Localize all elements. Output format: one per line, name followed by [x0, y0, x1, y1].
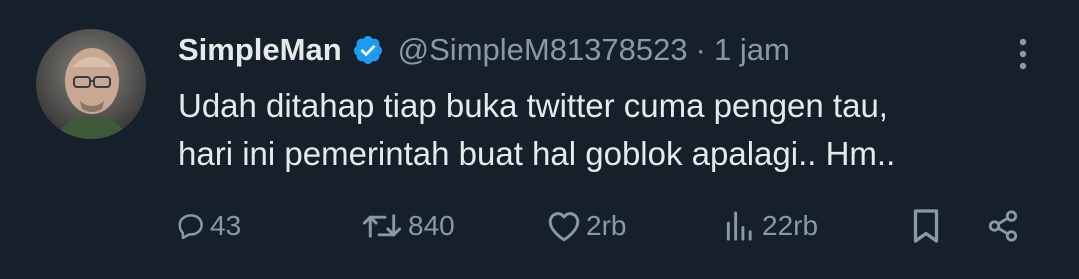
author-handle[interactable]: @SimpleM81378523: [398, 32, 688, 68]
tweet-card[interactable]: SimpleMan @SimpleM81378523 · 1 jam Udah …: [0, 0, 1079, 279]
avatar[interactable]: [36, 29, 146, 139]
views-button[interactable]: 22rb: [722, 200, 818, 252]
share-icon: [985, 209, 1021, 243]
bar-chart-icon: [722, 210, 758, 242]
action-bar: 43 840 2rb 22rb: [0, 200, 1079, 252]
bookmark-icon: [910, 208, 942, 244]
more-vertical-icon[interactable]: [1008, 34, 1038, 74]
tweet-text: Udah ditahap tiap buka twitter cuma peng…: [178, 82, 1038, 178]
reply-count: 43: [210, 210, 242, 241]
verified-badge-icon: [352, 34, 384, 66]
share-button[interactable]: [985, 200, 1021, 252]
retweet-button[interactable]: 840: [360, 200, 455, 252]
bookmark-button[interactable]: [910, 200, 942, 252]
heart-icon: [546, 210, 582, 242]
views-count: 22rb: [762, 210, 819, 241]
tweet-timestamp[interactable]: 1 jam: [714, 32, 790, 68]
retweet-count: 840: [408, 210, 455, 241]
tweet-header: SimpleMan @SimpleM81378523 · 1 jam: [178, 28, 790, 72]
separator-dot: ·: [695, 32, 706, 67]
reply-button[interactable]: 43: [176, 200, 241, 252]
reply-bubble-icon: [176, 211, 206, 241]
retweet-icon: [360, 211, 404, 241]
like-button[interactable]: 2rb: [546, 200, 626, 252]
tweet-text-line: hari ini pemerintah buat hal goblok apal…: [178, 135, 896, 172]
author-name[interactable]: SimpleMan: [178, 32, 342, 68]
like-count: 2rb: [586, 210, 627, 241]
tweet-text-line: Udah ditahap tiap buka twitter cuma peng…: [178, 87, 888, 124]
